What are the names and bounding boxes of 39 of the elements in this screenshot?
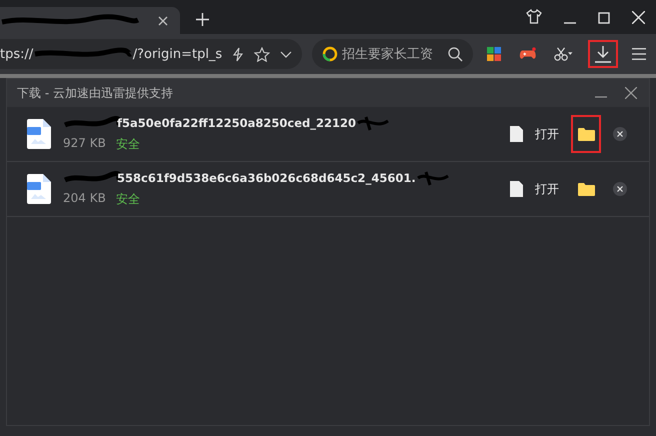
- app-grid-icon[interactable]: [486, 46, 501, 62]
- url-text: /?origin=tpl_s: [132, 46, 222, 62]
- panel-title: 下载 - 云加速由迅雷提供支持: [17, 84, 173, 102]
- menu-icon[interactable]: [632, 47, 646, 61]
- ring-logo-icon: [322, 46, 338, 62]
- remove-icon[interactable]: [613, 127, 627, 141]
- image-file-icon: [27, 119, 51, 149]
- close-icon[interactable]: [158, 16, 168, 26]
- file-name: 558c61f9d538e6c6a36b026c68d645c2_45601.: [117, 171, 416, 185]
- maximize-icon[interactable]: [598, 12, 610, 24]
- minimize-icon[interactable]: [564, 22, 576, 24]
- download-button[interactable]: [588, 40, 618, 68]
- search-field[interactable]: 招生要家长工资: [312, 39, 473, 69]
- redaction-scribble: [416, 170, 450, 186]
- remove-icon[interactable]: [613, 182, 627, 196]
- search-icon[interactable]: [448, 46, 463, 62]
- scissors-icon[interactable]: [554, 46, 574, 62]
- document-icon[interactable]: [510, 126, 523, 142]
- folder-button[interactable]: [571, 115, 601, 153]
- file-size: 204 KB: [63, 191, 106, 207]
- file-name: f5a50e0fa22ff12250a8250ced_22120: [117, 116, 356, 130]
- image-file-icon: [27, 174, 51, 204]
- folder-icon: [578, 182, 594, 196]
- safety-status: 安全: [116, 191, 140, 208]
- chevron-down-icon[interactable]: [280, 50, 292, 58]
- new-tab-icon[interactable]: [196, 13, 209, 26]
- lightning-icon[interactable]: [232, 46, 244, 62]
- star-icon[interactable]: [254, 46, 270, 62]
- document-icon[interactable]: [510, 181, 523, 197]
- open-button[interactable]: 打开: [535, 126, 559, 142]
- download-icon: [594, 45, 612, 63]
- safety-status: 安全: [116, 136, 140, 153]
- address-bar[interactable]: tps:// /?origin=tpl_s: [0, 39, 302, 69]
- redaction-scribble: [356, 115, 390, 131]
- shirt-icon[interactable]: [526, 9, 542, 24]
- url-text: tps://: [0, 46, 34, 62]
- folder-icon: [578, 128, 594, 140]
- open-button[interactable]: 打开: [535, 180, 559, 198]
- file-size: 927 KB: [63, 136, 106, 152]
